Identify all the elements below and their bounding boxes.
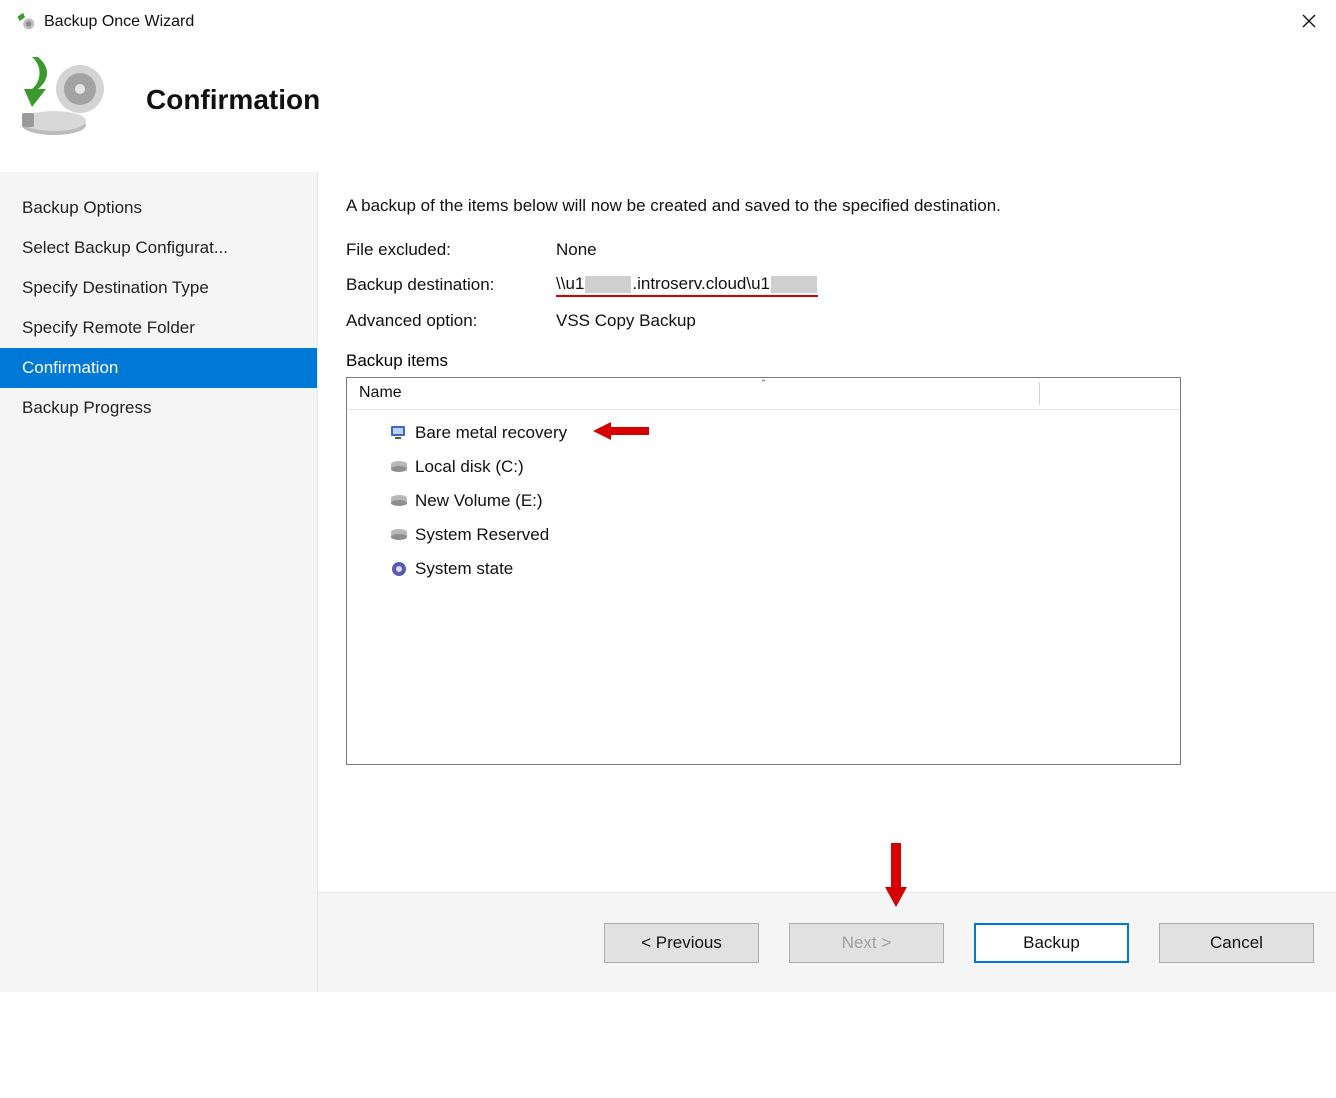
intro-text: A backup of the items below will now be … xyxy=(346,194,1106,218)
body: Backup Options Select Backup Configurat.… xyxy=(0,172,1336,892)
sidebar-footer-gap xyxy=(0,892,318,992)
list-item[interactable]: Local disk (C:) xyxy=(347,450,1180,484)
field-value: VSS Copy Backup xyxy=(556,311,696,331)
page-title: Confirmation xyxy=(146,84,320,116)
step-backup-progress[interactable]: Backup Progress xyxy=(0,388,317,428)
close-icon[interactable] xyxy=(1292,4,1326,38)
list-item-label: Bare metal recovery xyxy=(415,423,567,443)
field-label: File excluded: xyxy=(346,240,556,260)
content: A backup of the items below will now be … xyxy=(318,172,1336,892)
window-title: Backup Once Wizard xyxy=(44,13,194,31)
backup-button[interactable]: Backup xyxy=(974,923,1129,963)
fields: File excluded: None Backup destination: … xyxy=(346,240,1308,331)
cancel-button[interactable]: Cancel xyxy=(1159,923,1314,963)
disk-icon xyxy=(389,525,409,545)
disk-icon xyxy=(389,457,409,477)
field-backup-destination: Backup destination: \\u1.introserv.cloud… xyxy=(346,274,1308,297)
list-item[interactable]: System state xyxy=(347,552,1180,586)
sort-indicator-icon: ⌃ xyxy=(760,378,768,389)
list-header[interactable]: Name ⌃ xyxy=(347,378,1180,410)
disk-icon xyxy=(389,491,409,511)
column-name: Name xyxy=(359,384,402,402)
annotation-arrow-icon xyxy=(593,420,649,442)
backup-items-label: Backup items xyxy=(346,351,1308,371)
list-item-label: New Volume (E:) xyxy=(415,491,543,511)
field-advanced-option: Advanced option: VSS Copy Backup xyxy=(346,311,1308,331)
step-confirmation[interactable]: Confirmation xyxy=(0,348,317,388)
column-separator xyxy=(1039,382,1040,405)
step-backup-options[interactable]: Backup Options xyxy=(0,188,317,228)
field-label: Backup destination: xyxy=(346,275,556,295)
titlebar: Backup Once Wizard xyxy=(0,0,1336,44)
step-specify-remote-folder[interactable]: Specify Remote Folder xyxy=(0,308,317,348)
field-value: None xyxy=(556,240,597,260)
field-label: Advanced option: xyxy=(346,311,556,331)
step-select-backup-config[interactable]: Select Backup Configurat... xyxy=(0,228,317,268)
field-file-excluded: File excluded: None xyxy=(346,240,1308,260)
monitor-icon xyxy=(389,423,409,443)
list-item-label: System state xyxy=(415,559,513,579)
list-rows: Bare metal recovery Local disk (C:) xyxy=(347,410,1180,592)
list-item[interactable]: Bare metal recovery xyxy=(347,416,1180,450)
wizard-icon xyxy=(16,53,136,147)
footer: < Previous Next > Backup Cancel xyxy=(318,892,1336,992)
sidebar: Backup Options Select Backup Configurat.… xyxy=(0,172,318,892)
previous-button[interactable]: < Previous xyxy=(604,923,759,963)
next-button: Next > xyxy=(789,923,944,963)
app-icon xyxy=(14,11,36,33)
backup-items-list[interactable]: Name ⌃ Bare metal recovery xyxy=(346,377,1181,765)
field-value: \\u1.introserv.cloud\u1 xyxy=(556,274,818,297)
redacted-text xyxy=(585,276,631,293)
list-item[interactable]: New Volume (E:) xyxy=(347,484,1180,518)
gear-icon xyxy=(389,559,409,579)
list-item[interactable]: System Reserved xyxy=(347,518,1180,552)
list-item-label: System Reserved xyxy=(415,525,549,545)
header: Confirmation xyxy=(0,44,1336,172)
list-item-label: Local disk (C:) xyxy=(415,457,524,477)
redacted-text xyxy=(771,276,817,293)
step-specify-destination-type[interactable]: Specify Destination Type xyxy=(0,268,317,308)
